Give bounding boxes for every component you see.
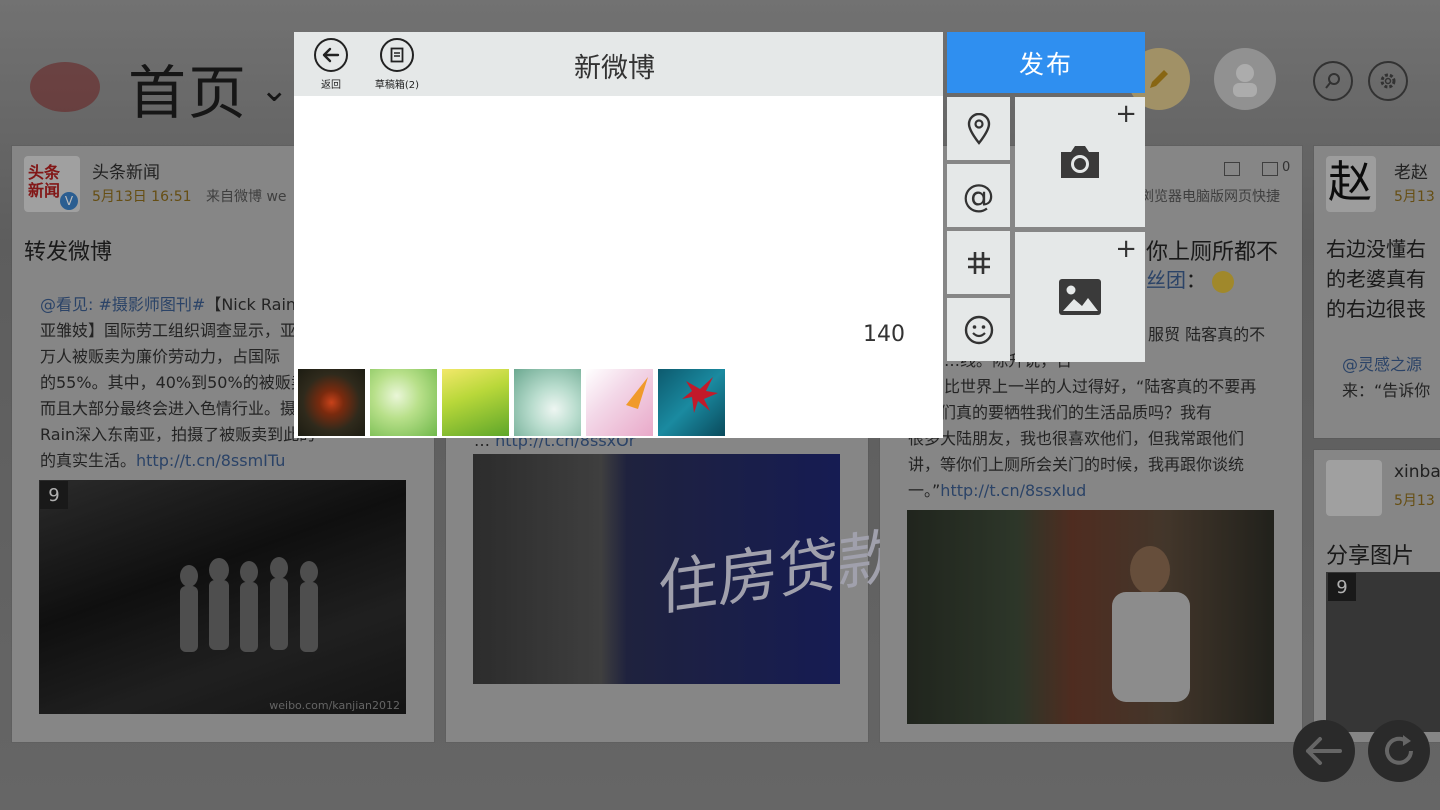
back-label: 返回 (321, 80, 341, 91)
drafts-label: 草稿箱(2) (374, 80, 420, 91)
camera-button[interactable]: + (1015, 97, 1145, 227)
at-sign-icon: @ (962, 176, 995, 215)
back-button[interactable]: 返回 (313, 38, 349, 91)
publish-button[interactable]: 发布 (947, 32, 1145, 93)
image-thumbnail[interactable] (514, 369, 581, 436)
topic-button[interactable] (947, 231, 1010, 294)
image-thumbnail[interactable] (586, 369, 653, 436)
compose-title: 新微博 (574, 53, 655, 84)
image-thumbnail[interactable] (298, 369, 365, 436)
back-arrow-icon (314, 38, 348, 72)
location-button[interactable] (947, 97, 1010, 160)
back-nav-button[interactable] (1293, 720, 1355, 782)
image-button[interactable]: + (1015, 232, 1145, 362)
refresh-icon (1385, 735, 1413, 765)
arrow-left-icon (1306, 737, 1342, 765)
post-text-input[interactable] (294, 96, 943, 366)
image-thumbnail[interactable] (658, 369, 725, 436)
plus-icon: + (1115, 234, 1137, 264)
refresh-button[interactable] (1368, 720, 1430, 782)
char-count: 140 (863, 322, 905, 347)
emoji-button[interactable] (947, 298, 1010, 361)
compose-header: 返回 草稿箱(2) 新微博 (294, 32, 943, 96)
image-thumbnail[interactable] (370, 369, 437, 436)
drafts-icon (380, 38, 414, 72)
image-icon (1059, 279, 1101, 315)
compose-dialog: 返回 草稿箱(2) 新微博 140 (294, 32, 943, 438)
camera-icon (1061, 146, 1099, 178)
mention-button[interactable]: @ (947, 164, 1010, 227)
location-pin-icon (967, 112, 990, 145)
plus-icon: + (1115, 99, 1137, 129)
hashtag-icon (967, 251, 990, 274)
smiley-icon (964, 315, 993, 344)
image-thumbnail[interactable] (442, 369, 509, 436)
drafts-button[interactable]: 草稿箱(2) (372, 38, 422, 91)
